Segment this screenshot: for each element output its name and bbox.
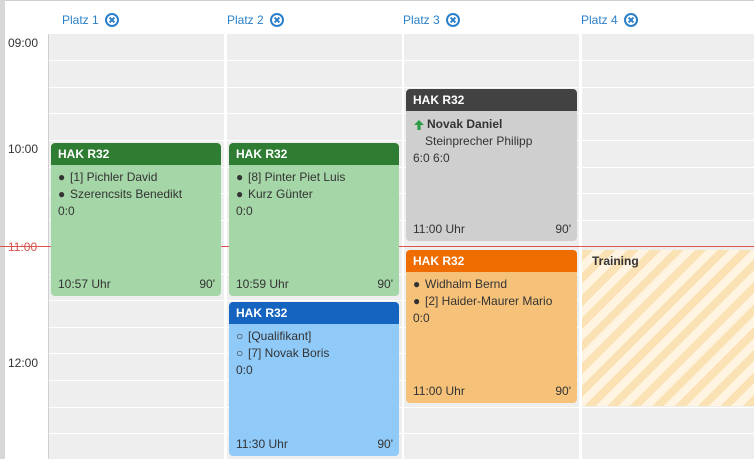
current-time-label: 11:00: [8, 240, 38, 254]
match-score: 0:0: [236, 204, 253, 218]
player-row: ● [8] Pinter Piet Luis: [236, 169, 392, 186]
player-name: [7] Novak Boris: [248, 346, 330, 360]
player-name: Szerencsits Benedikt: [70, 187, 183, 201]
court-label-1[interactable]: Platz 1: [62, 13, 99, 27]
grid-line: [49, 87, 754, 88]
bullet-icon: ●: [58, 170, 66, 184]
player-name: [1] Pichler David: [70, 170, 158, 184]
match-time: 10:59 Uhr: [236, 277, 289, 291]
match-time: 10:57 Uhr: [58, 277, 111, 291]
player-row: ● [2] Haider-Maurer Mario: [413, 293, 570, 310]
match-card-1[interactable]: HAK R32 ● [1] Pichler David ● Szerencsits …: [51, 143, 221, 296]
training-label: Training: [592, 254, 639, 268]
player-row: ○ [Qualifikant]: [236, 328, 392, 345]
court-label-4[interactable]: Platz 4: [581, 13, 618, 27]
match-duration: 90': [377, 437, 393, 451]
match-card-3[interactable]: HAK R32 ○ [Qualifikant] ○ [7] Novak Boris …: [229, 302, 399, 456]
match-footer: 11:00 Uhr 90': [413, 384, 571, 398]
player-row: ○ [7] Novak Boris: [236, 345, 392, 362]
match-title: HAK R32: [51, 143, 221, 165]
court-header-4: Platz 4: [581, 10, 638, 30]
match-card-5[interactable]: HAK R32 ● Widhalm Bernd ● [2] Haider-Maure…: [406, 250, 577, 403]
close-icon[interactable]: [445, 13, 460, 27]
match-title: HAK R32: [229, 302, 399, 324]
player-row: ● Kurz Günter: [236, 186, 392, 203]
close-icon[interactable]: [104, 13, 119, 27]
close-icon[interactable]: [269, 13, 284, 27]
time-label-1200: 12:00: [8, 356, 39, 370]
court-header-1: Platz 1: [62, 10, 119, 30]
player-name: Kurz Günter: [248, 187, 313, 201]
match-title: HAK R32: [229, 143, 399, 165]
match-body: ● [1] Pichler David ● Szerencsits Benedikt…: [51, 165, 221, 224]
player-row: ● Widhalm Bernd: [413, 276, 570, 293]
bullet-icon: ●: [236, 170, 244, 184]
loser-name: Steinprecher Philipp: [425, 134, 533, 148]
court-label-3[interactable]: Platz 3: [403, 13, 440, 27]
match-time: 11:00 Uhr: [413, 222, 465, 236]
match-score: 0:0: [236, 363, 253, 377]
player-name: [Qualifikant]: [248, 329, 312, 343]
time-label-1000: 10:00: [8, 142, 39, 156]
match-footer: 11:30 Uhr 90': [236, 437, 393, 451]
court-label-2[interactable]: Platz 2: [227, 13, 264, 27]
player-name: [8] Pinter Piet Luis: [248, 170, 346, 184]
match-footer: 10:57 Uhr 90': [58, 277, 215, 291]
court-header: Platz 1 Platz 2 Platz 3 Platz 4: [5, 0, 754, 35]
open-bullet-icon: ○: [236, 346, 244, 360]
match-body: ○ [Qualifikant] ○ [7] Novak Boris 0:0: [229, 324, 399, 383]
match-card-2[interactable]: HAK R32 ● [8] Pinter Piet Luis ● Kurz Günt…: [229, 143, 399, 296]
grid-line: [49, 113, 754, 114]
match-duration: 90': [377, 277, 393, 291]
bullet-icon: ●: [236, 187, 244, 201]
bullet-icon: ●: [58, 187, 66, 201]
match-duration: 90': [555, 384, 571, 398]
bullet-icon: ●: [413, 277, 421, 291]
match-duration: 90': [199, 277, 215, 291]
match-body: Novak Daniel Steinprecher Philipp 6:0 6:…: [406, 111, 577, 171]
close-icon[interactable]: [623, 13, 638, 27]
time-label-0900: 09:00: [8, 36, 39, 50]
match-title: HAK R32: [406, 250, 577, 272]
grid-line: [49, 140, 754, 141]
match-score: 0:0: [413, 311, 430, 325]
court-header-2: Platz 2: [227, 10, 284, 30]
court-header-3: Platz 3: [403, 10, 460, 30]
match-footer: 10:59 Uhr 90': [236, 277, 393, 291]
grid-line: [49, 407, 754, 408]
match-score: 6:0 6:0: [413, 151, 450, 165]
player-name: Widhalm Bernd: [425, 277, 508, 291]
match-time: 11:30 Uhr: [236, 437, 288, 451]
match-body: ● [8] Pinter Piet Luis ● Kurz Günter 0:0: [229, 165, 399, 224]
match-title: HAK R32: [406, 89, 577, 111]
player-row: ● [1] Pichler David: [58, 169, 214, 186]
winner-row: Novak Daniel: [413, 116, 570, 133]
player-row: ● Szerencsits Benedikt: [58, 186, 214, 203]
training-block[interactable]: Training: [582, 250, 754, 406]
match-score: 0:0: [58, 204, 75, 218]
match-body: ● Widhalm Bernd ● [2] Haider-Maurer Mario …: [406, 272, 577, 331]
match-footer: 11:00 Uhr 90': [413, 222, 571, 236]
match-time: 11:00 Uhr: [413, 384, 465, 398]
grid-line: [49, 60, 754, 61]
grid-line: [49, 433, 754, 434]
arrow-up-icon: [414, 119, 424, 130]
match-duration: 90': [555, 222, 571, 236]
bullet-icon: ●: [413, 294, 421, 308]
open-bullet-icon: ○: [236, 329, 244, 343]
winner-name: Novak Daniel: [427, 117, 503, 131]
match-card-4[interactable]: HAK R32 Novak Daniel Steinprecher Philip…: [406, 89, 577, 241]
player-name: [2] Haider-Maurer Mario: [425, 294, 553, 308]
